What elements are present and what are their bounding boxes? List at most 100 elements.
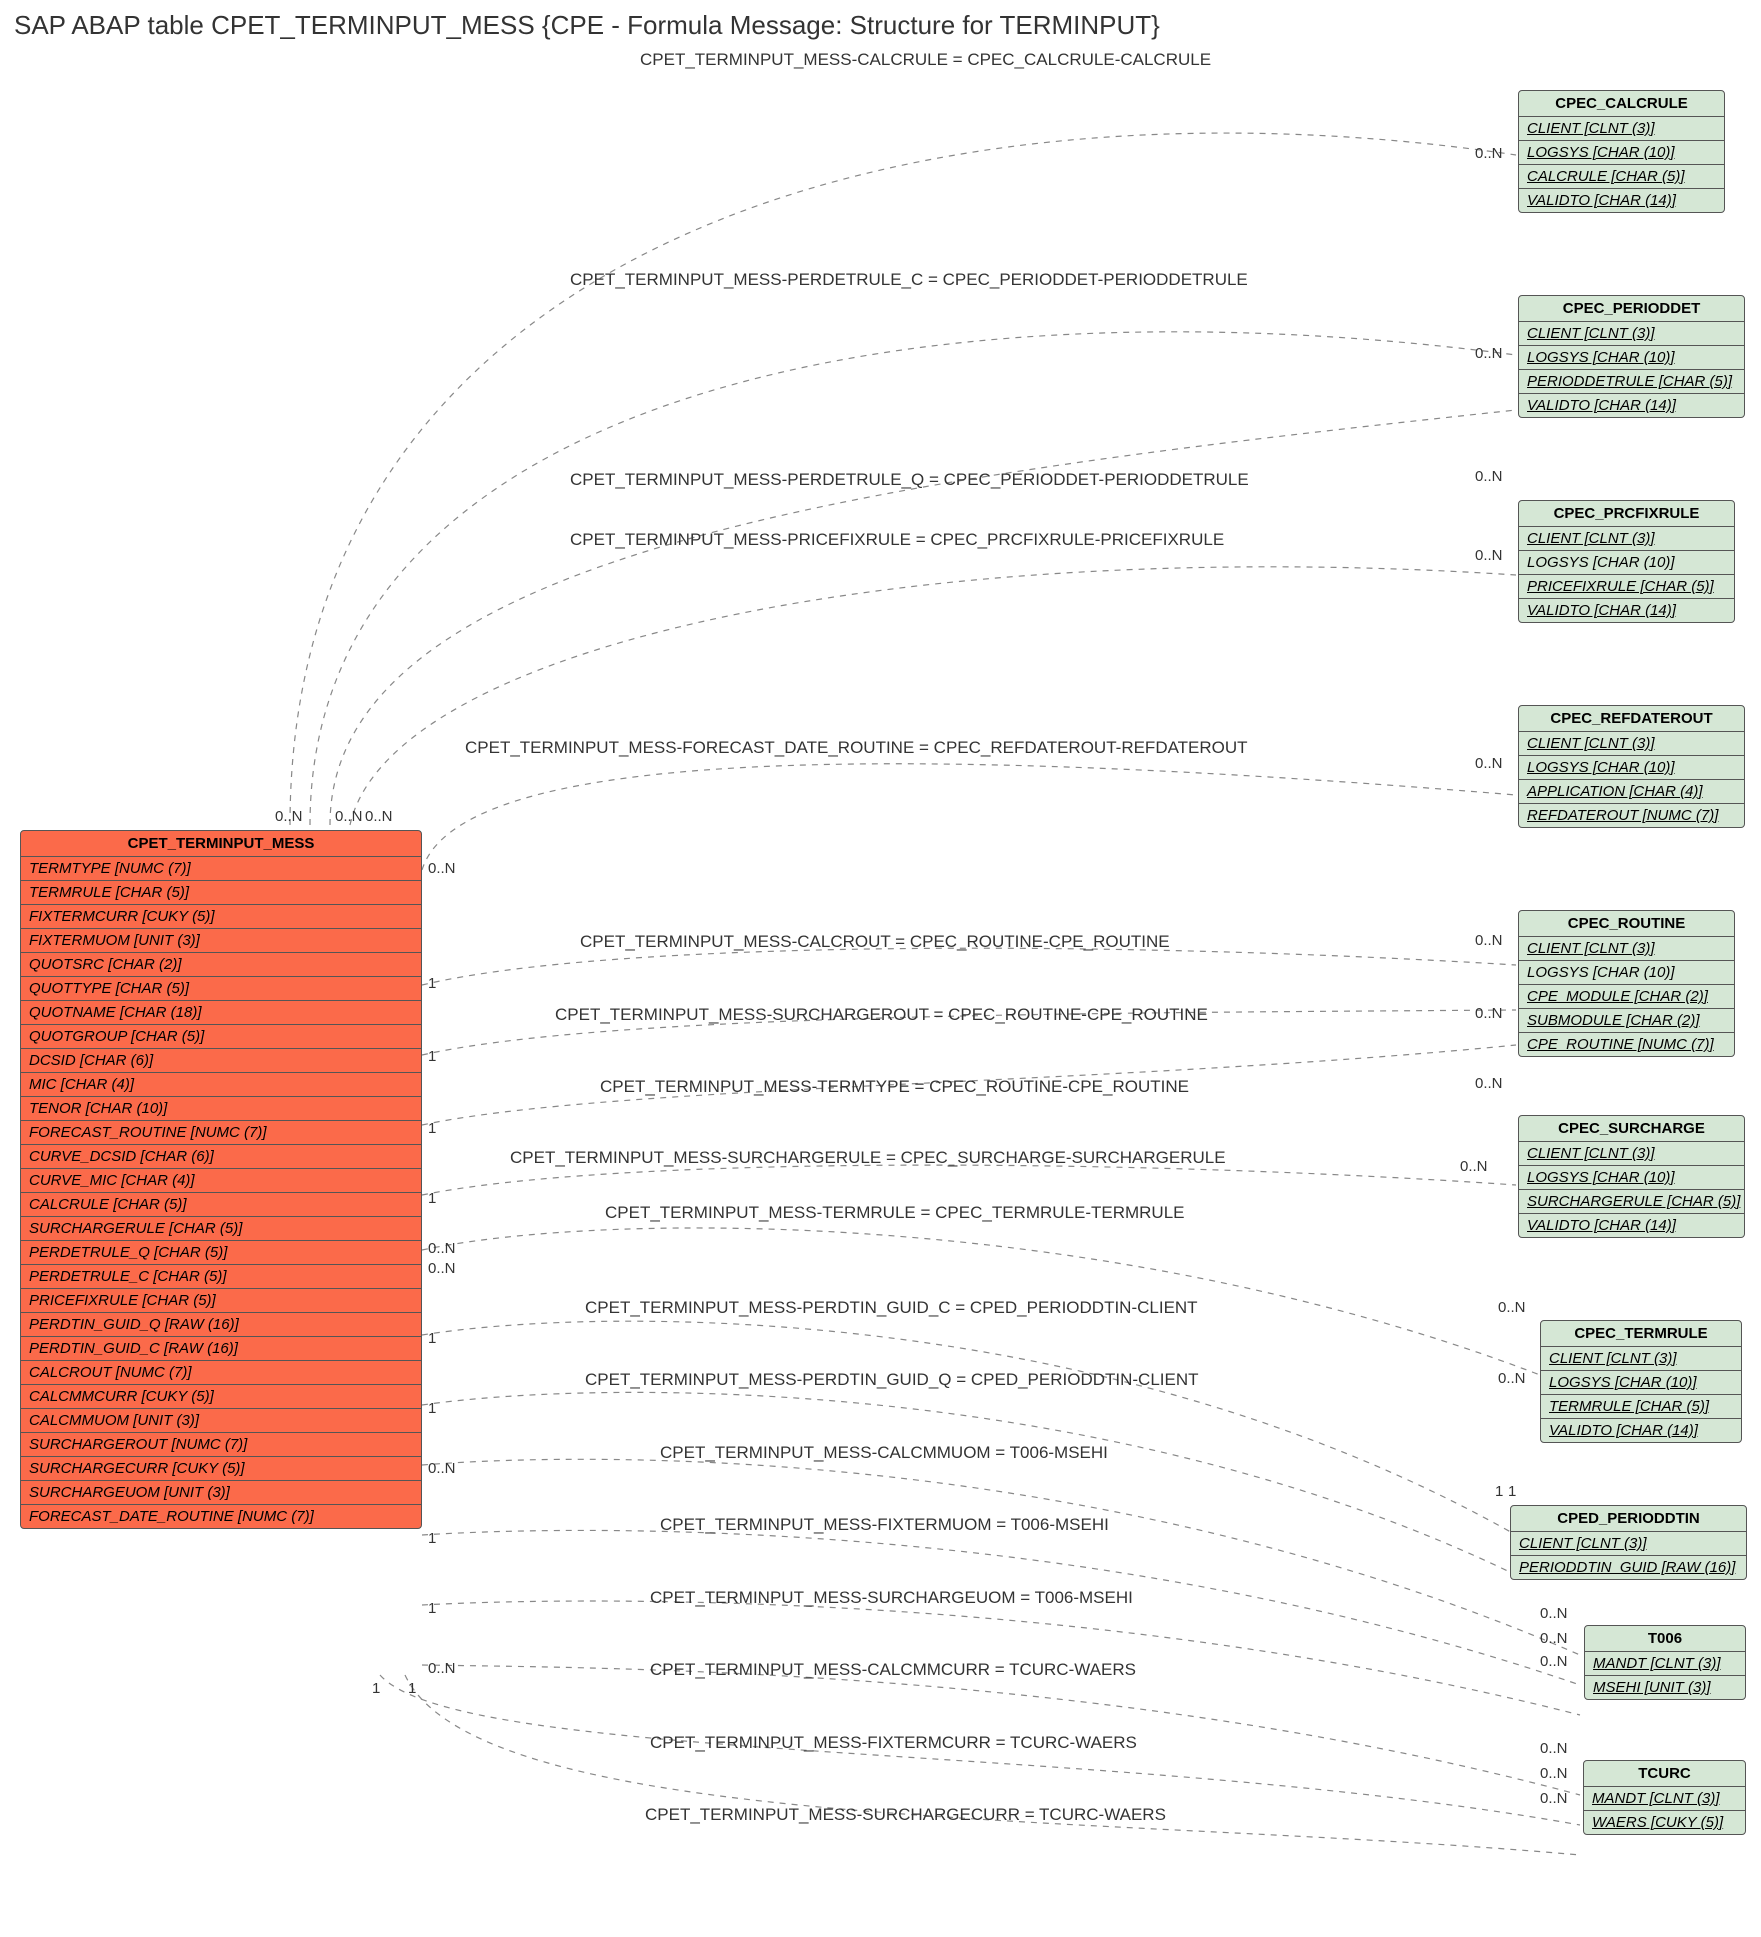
ref-field: PERIODDTIN_GUID [RAW (16)] [1511,1556,1746,1579]
ref-field: VALIDTO [CHAR (14)] [1519,189,1724,212]
cardinality-label: 0..N [365,808,393,825]
ref-field: TERMRULE [CHAR (5)] [1541,1395,1741,1419]
ref-field: LOGSYS [CHAR (10)] [1519,551,1734,575]
ref-field: VALIDTO [CHAR (14)] [1519,1214,1744,1237]
relation-label: CPET_TERMINPUT_MESS-CALCRULE = CPEC_CALC… [640,50,1211,70]
cardinality-label: 0..N [1475,755,1503,772]
ref-table-header: CPEC_CALCRULE [1519,91,1724,117]
cardinality-label: 1 [428,1400,436,1417]
main-field: FORECAST_DATE_ROUTINE [NUMC (7)] [21,1505,421,1528]
relation-label: CPET_TERMINPUT_MESS-PERDETRULE_C = CPEC_… [570,270,1248,290]
cardinality-label: 0..N [335,808,363,825]
main-table-header: CPET_TERMINPUT_MESS [21,831,421,857]
main-table: CPET_TERMINPUT_MESS TERMTYPE [NUMC (7)] … [20,830,422,1529]
relation-label: CPET_TERMINPUT_MESS-PERDETRULE_Q = CPEC_… [570,470,1249,490]
ref-field: REFDATEROUT [NUMC (7)] [1519,804,1744,827]
ref-field: APPLICATION [CHAR (4)] [1519,780,1744,804]
ref-table-header: CPEC_TERMRULE [1541,1321,1741,1347]
ref-field: SUBMODULE [CHAR (2)] [1519,1009,1734,1033]
relation-label: CPET_TERMINPUT_MESS-TERMTYPE = CPEC_ROUT… [600,1077,1189,1097]
relation-label: CPET_TERMINPUT_MESS-CALCMMCURR = TCURC-W… [650,1660,1136,1680]
ref-field: CLIENT [CLNT (3)] [1519,937,1734,961]
ref-field: CLIENT [CLNT (3)] [1519,732,1744,756]
cardinality-label: 1 [428,1530,436,1547]
ref-field: LOGSYS [CHAR (10)] [1541,1371,1741,1395]
cardinality-label: 0..N [1475,145,1503,162]
cardinality-label: 0..N [1540,1790,1568,1807]
ref-table-surcharge: CPEC_SURCHARGE CLIENT [CLNT (3)] LOGSYS … [1518,1115,1745,1238]
relation-label: CPET_TERMINPUT_MESS-FIXTERMCURR = TCURC-… [650,1733,1137,1753]
ref-table-perioddet: CPEC_PERIODDET CLIENT [CLNT (3)] LOGSYS … [1518,295,1745,418]
ref-table-calcrule: CPEC_CALCRULE CLIENT [CLNT (3)] LOGSYS [… [1518,90,1725,213]
cardinality-label: 0..N [428,1660,456,1677]
diagram-canvas: CPET_TERMINPUT_MESS TERMTYPE [NUMC (7)] … [10,45,1751,1925]
cardinality-label: 0..N [1475,1005,1503,1022]
ref-table-header: CPEC_SURCHARGE [1519,1116,1744,1142]
main-field: CALCMMUOM [UNIT (3)] [21,1409,421,1433]
main-field: SURCHARGEROUT [NUMC (7)] [21,1433,421,1457]
ref-field: WAERS [CUKY (5)] [1584,1811,1745,1834]
ref-field: CLIENT [CLNT (3)] [1541,1347,1741,1371]
cardinality-label: 0..N [428,1460,456,1477]
relation-label: CPET_TERMINPUT_MESS-SURCHARGECURR = TCUR… [645,1805,1166,1825]
main-field: PERDTIN_GUID_Q [RAW (16)] [21,1313,421,1337]
cardinality-label: 0..N [1475,468,1503,485]
ref-table-header: CPED_PERIODDTIN [1511,1506,1746,1532]
ref-field: CLIENT [CLNT (3)] [1519,527,1734,551]
cardinality-label: 0..N [275,808,303,825]
cardinality-label: 1 [1508,1483,1516,1500]
relation-label: CPET_TERMINPUT_MESS-FORECAST_DATE_ROUTIN… [465,738,1248,758]
ref-table-termrule: CPEC_TERMRULE CLIENT [CLNT (3)] LOGSYS [… [1540,1320,1742,1443]
ref-table-t006: T006 MANDT [CLNT (3)] MSEHI [UNIT (3)] [1584,1625,1746,1700]
ref-field: VALIDTO [CHAR (14)] [1541,1419,1741,1442]
main-field: FIXTERMCURR [CUKY (5)] [21,905,421,929]
relation-label: CPET_TERMINPUT_MESS-SURCHARGERULE = CPEC… [510,1148,1226,1168]
ref-field: VALIDTO [CHAR (14)] [1519,599,1734,622]
ref-table-header: CPEC_PRCFIXRULE [1519,501,1734,527]
main-field: DCSID [CHAR (6)] [21,1049,421,1073]
ref-field: CLIENT [CLNT (3)] [1511,1532,1746,1556]
main-field: FORECAST_ROUTINE [NUMC (7)] [21,1121,421,1145]
cardinality-label: 0..N [1540,1765,1568,1782]
ref-field: CLIENT [CLNT (3)] [1519,322,1744,346]
ref-table-header: TCURC [1584,1761,1745,1787]
ref-field: MANDT [CLNT (3)] [1585,1652,1745,1676]
cardinality-label: 0..N [1540,1605,1568,1622]
cardinality-label: 1 [408,1680,416,1697]
ref-field: CPE_ROUTINE [NUMC (7)] [1519,1033,1734,1056]
cardinality-label: 1 [428,1190,436,1207]
main-field: PERDTIN_GUID_C [RAW (16)] [21,1337,421,1361]
ref-field: MANDT [CLNT (3)] [1584,1787,1745,1811]
ref-field: CALCRULE [CHAR (5)] [1519,165,1724,189]
cardinality-label: 0..N [1475,1075,1503,1092]
ref-table-routine: CPEC_ROUTINE CLIENT [CLNT (3)] LOGSYS [C… [1518,910,1735,1057]
main-field: CURVE_DCSID [CHAR (6)] [21,1145,421,1169]
cardinality-label: 1 [428,1048,436,1065]
cardinality-label: 0..N [1475,345,1503,362]
ref-field: VALIDTO [CHAR (14)] [1519,394,1744,417]
ref-field: SURCHARGERULE [CHAR (5)] [1519,1190,1744,1214]
ref-field: LOGSYS [CHAR (10)] [1519,141,1724,165]
main-field: SURCHARGERULE [CHAR (5)] [21,1217,421,1241]
ref-table-perioddtin: CPED_PERIODDTIN CLIENT [CLNT (3)] PERIOD… [1510,1505,1747,1580]
ref-table-refdaterout: CPEC_REFDATEROUT CLIENT [CLNT (3)] LOGSY… [1518,705,1745,828]
cardinality-label: 0..N [1540,1630,1568,1647]
main-field: PERDETRULE_C [CHAR (5)] [21,1265,421,1289]
relation-label: CPET_TERMINPUT_MESS-CALCMMUOM = T006-MSE… [660,1443,1108,1463]
relation-label: CPET_TERMINPUT_MESS-PERDTIN_GUID_Q = CPE… [585,1370,1199,1390]
cardinality-label: 0..N [1540,1740,1568,1757]
cardinality-label: 0..N [1498,1299,1526,1316]
main-field: CURVE_MIC [CHAR (4)] [21,1169,421,1193]
relation-label: CPET_TERMINPUT_MESS-TERMRULE = CPEC_TERM… [605,1203,1185,1223]
main-field: PRICEFIXRULE [CHAR (5)] [21,1289,421,1313]
main-field: PERDETRULE_Q [CHAR (5)] [21,1241,421,1265]
cardinality-label: 0..N [1475,932,1503,949]
cardinality-label: 1 [1495,1483,1503,1500]
ref-field: MSEHI [UNIT (3)] [1585,1676,1745,1699]
ref-table-header: T006 [1585,1626,1745,1652]
main-field: CALCRULE [CHAR (5)] [21,1193,421,1217]
main-field: MIC [CHAR (4)] [21,1073,421,1097]
cardinality-label: 1 [372,1680,380,1697]
cardinality-label: 0..N [1540,1653,1568,1670]
relation-label: CPET_TERMINPUT_MESS-CALCROUT = CPEC_ROUT… [580,932,1170,952]
